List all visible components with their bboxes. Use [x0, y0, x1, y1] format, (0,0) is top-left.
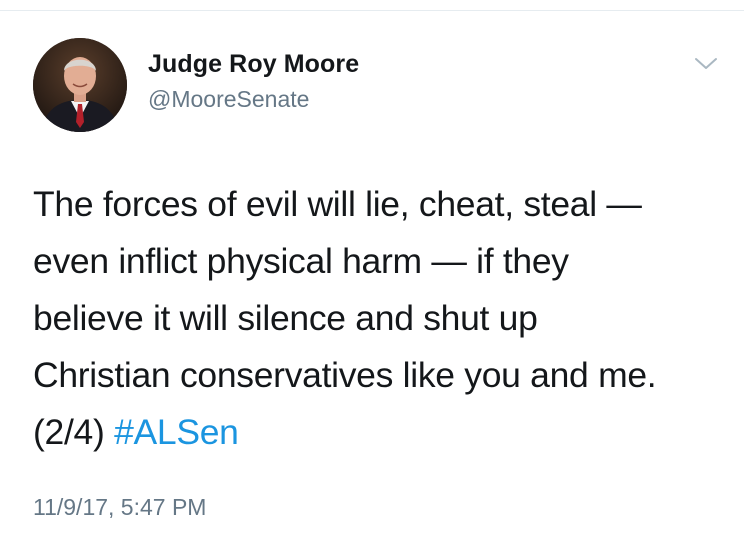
display-name[interactable]: Judge Roy Moore [148, 50, 359, 79]
tweet-line: The forces of evil will lie, cheat, stea… [33, 184, 642, 224]
hashtag-link[interactable]: #ALSen [114, 412, 239, 452]
tweet-text: The forces of evil will lie, cheat, stea… [33, 176, 723, 461]
tweet-line: Christian conservatives like you and me. [33, 355, 657, 395]
tweet-line: believe it will silence and shut up [33, 298, 538, 338]
avatar[interactable] [33, 38, 127, 132]
tweet-card: Judge Roy Moore @MooreSenate The forces … [0, 0, 744, 533]
profile-photo [33, 38, 127, 132]
thread-counter: (2/4) [33, 412, 115, 452]
tweet-line-last: (2/4) #ALSen [33, 404, 723, 461]
timestamp[interactable]: 11/9/17, 5:47 PM [33, 494, 206, 521]
chevron-down-icon[interactable] [692, 54, 720, 74]
tweet-line: even inflict physical harm — if they [33, 241, 569, 281]
user-handle[interactable]: @MooreSenate [148, 86, 309, 113]
